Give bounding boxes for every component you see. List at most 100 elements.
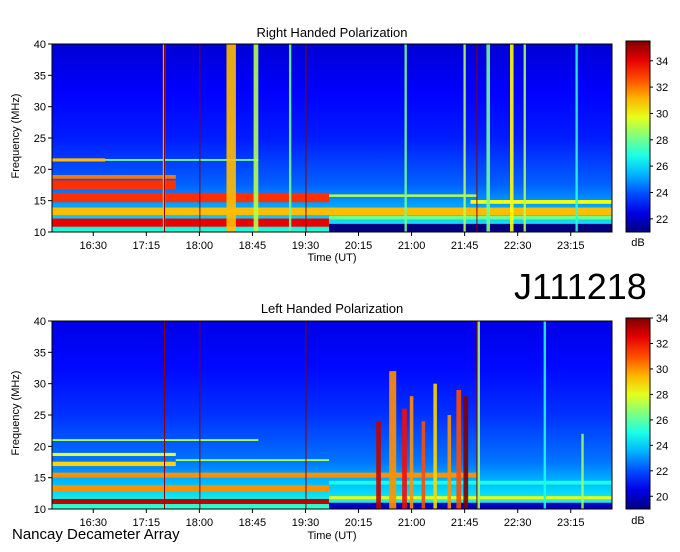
x-tick-label: 21:00: [398, 517, 426, 529]
x-tick-label: 23:15: [557, 240, 585, 252]
right-y-axis-label: Frequency (MHz): [10, 94, 22, 179]
emission-band: [52, 485, 330, 492]
x-tick-label: 20:15: [345, 517, 373, 529]
low-frequency-band: [329, 502, 612, 509]
left-heatmap: [52, 321, 612, 509]
colorbar-tick-label: 24: [656, 187, 668, 199]
x-tick-label: 22:30: [504, 240, 532, 252]
y-tick-label: 35: [34, 70, 46, 82]
left-polarization-panel: Left Handed Polarization 10152025303540 …: [10, 301, 668, 542]
colorbar-tick-label: 20: [656, 491, 668, 503]
colorbar-tick-label: 26: [656, 415, 668, 427]
colorbar-gradient: [625, 40, 651, 233]
x-tick-label: 23:15: [557, 517, 585, 529]
emission-band: [52, 461, 176, 467]
interference-line: [305, 44, 307, 232]
emission-band: [52, 207, 612, 216]
x-tick-label: 18:45: [239, 517, 267, 529]
low-frequency-band: [329, 223, 612, 232]
interference-line: [199, 44, 201, 232]
colorbar-tick-label: 30: [656, 364, 668, 376]
colorbar-tick-label: 28: [656, 135, 668, 147]
emission-burst: [253, 44, 259, 232]
y-tick-label: 10: [34, 227, 46, 239]
emission-burst: [463, 44, 466, 232]
emission-burst: [433, 383, 437, 509]
emission-band: [470, 200, 612, 204]
heatmap-background: [52, 44, 612, 232]
right-panel-title: Right Handed Polarization: [256, 25, 407, 40]
y-tick-label: 30: [34, 102, 46, 114]
emission-burst: [456, 389, 462, 509]
colorbar-tick-label: 24: [656, 440, 668, 452]
emission-band: [52, 439, 259, 442]
right-polarization-panel: Right Handed Polarization 10 15 20 25 30 35 40…: [10, 25, 668, 264]
emission-burst: [402, 408, 407, 509]
emission-band: [52, 192, 330, 203]
y-tick-label: 15: [34, 196, 46, 208]
emission-burst: [477, 321, 480, 509]
right-y-ticks: 10 15 20 25 30 35 40: [34, 39, 52, 239]
colorbar-tick-label: 28: [656, 389, 668, 401]
colorbar-tick-label: 26: [656, 161, 668, 173]
emission-burst: [447, 415, 452, 509]
emission-band: [52, 498, 330, 504]
interference-line: [164, 44, 165, 232]
colorbar-tick-label: 30: [656, 108, 668, 120]
left-panel-title: Left Handed Polarization: [261, 301, 403, 316]
emission-burst: [288, 44, 292, 232]
x-tick-label: 17:15: [133, 240, 161, 252]
right-colorbar-ticks: 22 24 26 28 30 32 34: [650, 56, 668, 226]
y-tick-label: 15: [34, 473, 46, 485]
x-tick-label: 18:00: [186, 240, 214, 252]
y-tick-label: 25: [34, 410, 46, 422]
x-tick-label: 18:45: [239, 240, 267, 252]
x-tick-label: 21:45: [451, 517, 479, 529]
emission-burst: [543, 321, 546, 509]
right-x-axis-label: Time (UT): [307, 252, 356, 264]
emission-burst: [404, 44, 407, 232]
x-tick-label: 20:15: [345, 240, 373, 252]
x-tick-label: 19:30: [292, 240, 320, 252]
x-tick-label: 16:30: [79, 240, 107, 252]
colorbar-tick-label: 22: [656, 466, 668, 478]
emission-burst: [226, 44, 236, 232]
emission-burst: [389, 371, 397, 509]
interference-line: [164, 321, 165, 509]
y-tick-label: 25: [34, 133, 46, 145]
emission-burst: [510, 44, 514, 232]
emission-burst: [409, 396, 414, 509]
right-x-ticks: 16:30 17:15 18:00 18:45 19:30 20:15 21:00 21:45…: [79, 232, 585, 252]
right-colorbar: [625, 40, 651, 233]
emission-burst: [523, 44, 526, 232]
colorbar-tick-label: 34: [656, 56, 668, 68]
x-tick-label: 21:00: [398, 240, 426, 252]
emission-band: [329, 480, 612, 485]
y-tick-label: 40: [34, 39, 46, 51]
x-tick-label: 21:45: [451, 240, 479, 252]
x-tick-label: 19:30: [292, 517, 320, 529]
right-colorbar-label: dB: [631, 237, 644, 249]
y-tick-label: 20: [34, 441, 46, 453]
instrument-label: Nancay Decameter Array: [12, 526, 180, 543]
colorbar-tick-label: 32: [656, 338, 668, 350]
x-tick-label: 18:00: [186, 517, 214, 529]
y-tick-label: 20: [34, 164, 46, 176]
interference-line: [199, 321, 201, 509]
emission-band: [329, 215, 612, 220]
interference-line: [476, 44, 478, 232]
emission-burst: [376, 421, 381, 509]
left-x-axis-label: Time (UT): [307, 530, 356, 542]
y-tick-label: 40: [34, 316, 46, 328]
emission-band: [52, 218, 330, 227]
y-tick-label: 10: [34, 504, 46, 516]
right-heatmap: [52, 44, 612, 232]
left-colorbar-ticks: 20 22 24 26 28 30 32 34: [650, 313, 668, 503]
emission-band: [52, 180, 176, 190]
emission-burst: [421, 421, 426, 509]
y-tick-label: 35: [34, 347, 46, 359]
observation-id: J111218: [514, 266, 647, 307]
emission-burst: [463, 396, 469, 509]
emission-burst: [581, 433, 584, 509]
emission-band: [52, 174, 176, 179]
